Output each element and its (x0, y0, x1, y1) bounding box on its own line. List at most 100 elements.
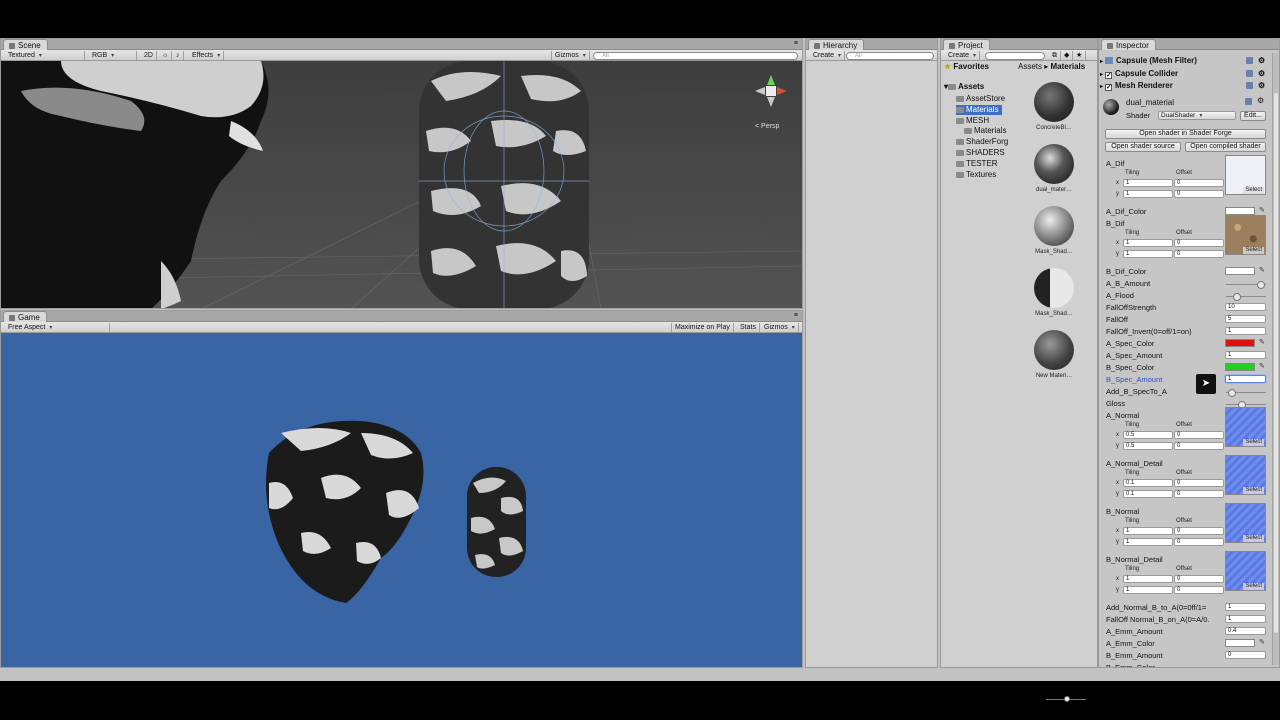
range-slider[interactable] (1226, 389, 1266, 397)
project-folder[interactable]: MESH (956, 116, 989, 126)
texture-select-button[interactable]: Select (1243, 487, 1264, 494)
color-swatch[interactable] (1225, 207, 1255, 215)
material-thumbnail-label[interactable]: New Materi… (1024, 373, 1084, 379)
component-header[interactable]: ▸ ✓ Capsule Collider ⚙ (1100, 68, 1270, 79)
texture-slot[interactable]: Select (1225, 407, 1266, 447)
project-folder[interactable]: TESTER (956, 159, 998, 169)
offset-x-field[interactable]: 0 (1174, 479, 1224, 487)
range-slider[interactable] (1226, 293, 1266, 301)
project-folder[interactable]: Materials (964, 126, 1006, 136)
color-swatch[interactable] (1225, 267, 1255, 275)
material-thumbnail[interactable] (1034, 82, 1074, 122)
texture-select-button[interactable]: Select (1243, 583, 1264, 590)
texture-slot[interactable]: Select (1225, 215, 1266, 255)
tiling-y-field[interactable]: 1 (1123, 538, 1173, 546)
tiling-x-field[interactable]: 0.1 (1123, 479, 1173, 487)
texture-select-button[interactable]: Select (1243, 535, 1264, 542)
tiling-y-field[interactable]: 1 (1123, 190, 1173, 198)
range-slider[interactable] (1226, 281, 1266, 289)
inspector-scrollbar[interactable] (1272, 53, 1279, 665)
breadcrumb-leaf[interactable]: Materials (1051, 62, 1086, 71)
panel-menu-icon[interactable]: ≡ (794, 40, 798, 47)
project-folder[interactable]: Textures (956, 170, 996, 180)
offset-x-field[interactable]: 0 (1174, 431, 1224, 439)
orientation-gizmo[interactable] (753, 73, 789, 109)
edit-shader-button[interactable]: Edit... (1240, 111, 1266, 121)
game-viewport[interactable] (1, 333, 802, 667)
texture-slot[interactable]: Select (1225, 503, 1266, 543)
offset-x-field[interactable]: 0 (1174, 527, 1224, 535)
offset-y-field[interactable]: 0 (1174, 190, 1224, 198)
float-field[interactable]: 1 (1225, 603, 1266, 611)
scene-viewport[interactable]: < Persp (1, 61, 802, 308)
eyedropper-icon[interactable]: ✎ (1259, 363, 1266, 371)
help-icon[interactable] (1246, 69, 1253, 77)
tab-inspector[interactable]: Inspector (1101, 39, 1156, 50)
filter-type-icon[interactable]: ⧉ (1049, 51, 1061, 60)
open-shader-forge-button[interactable]: Open shader in Shader Forge (1105, 129, 1266, 139)
color-swatch[interactable] (1225, 339, 1255, 347)
tab-game[interactable]: Game (3, 311, 47, 322)
color-swatch[interactable] (1225, 639, 1255, 647)
texture-select-button[interactable]: Select (1243, 187, 1264, 194)
material-thumbnail[interactable] (1034, 144, 1074, 184)
texture-select-button[interactable]: Select (1243, 247, 1264, 254)
settings-gear-icon[interactable]: ⚙ (1258, 55, 1265, 66)
texture-slot[interactable]: Select (1225, 455, 1266, 495)
help-icon[interactable] (1245, 98, 1252, 105)
offset-y-field[interactable]: 0 (1174, 250, 1224, 258)
persp-label[interactable]: < Persp (755, 123, 779, 130)
scene-gizmos-dropdown[interactable]: Gizmos (551, 51, 590, 60)
tiling-x-field[interactable]: 0.5 (1123, 431, 1173, 439)
project-folder[interactable]: ShaderForg (956, 137, 1008, 147)
favorite-star-icon[interactable]: ★ (1073, 51, 1087, 60)
float-field[interactable]: 1 (1225, 351, 1266, 359)
breadcrumb-root[interactable]: Assets (1018, 62, 1042, 71)
offset-x-field[interactable]: 0 (1174, 239, 1224, 247)
float-field[interactable]: 5 (1225, 315, 1266, 323)
component-header[interactable]: ▸ ✓ Mesh Renderer ⚙ (1100, 80, 1270, 91)
float-field[interactable]: 10 (1225, 303, 1266, 311)
panel-menu-icon[interactable]: ≡ (794, 312, 798, 319)
tiling-x-field[interactable]: 1 (1123, 527, 1173, 535)
foldout-arrow-icon[interactable]: ▸ (1100, 72, 1103, 78)
texture-slot[interactable]: Select (1225, 551, 1266, 591)
material-thumbnail[interactable] (1034, 206, 1074, 246)
help-icon[interactable] (1246, 57, 1253, 64)
tiling-y-field[interactable]: 0.5 (1123, 442, 1173, 450)
offset-y-field[interactable]: 0 (1174, 442, 1224, 450)
project-folder[interactable]: AssetStore (956, 94, 1005, 104)
scene-search-input[interactable]: All (593, 52, 798, 60)
offset-x-field[interactable]: 0 (1174, 179, 1224, 187)
texture-slot[interactable]: Select (1225, 155, 1266, 195)
color-mode-dropdown[interactable]: RGB (89, 51, 137, 60)
foldout-arrow-icon[interactable]: ▸ (1100, 84, 1103, 90)
component-enabled-checkbox[interactable]: ✓ (1105, 84, 1113, 91)
tiling-y-field[interactable]: 1 (1123, 586, 1173, 594)
float-field[interactable]: 0.4 (1225, 627, 1266, 635)
settings-gear-icon[interactable]: ⚙ (1257, 96, 1264, 105)
maximize-on-play-toggle[interactable]: Maximize on Play (671, 323, 734, 332)
render-mode-dropdown[interactable]: Textured (5, 51, 85, 60)
eyedropper-icon[interactable]: ✎ (1259, 267, 1266, 275)
material-thumbnail-label[interactable]: Mask_Shad… (1024, 311, 1084, 317)
float-field[interactable]: 1 (1225, 327, 1266, 335)
audio-toggle-icon[interactable]: ♪ (173, 51, 184, 60)
game-gizmos-dropdown[interactable]: Gizmos (761, 323, 799, 332)
eyedropper-icon[interactable]: ✎ (1259, 639, 1266, 647)
offset-y-field[interactable]: 0 (1174, 586, 1224, 594)
foldout-arrow-icon[interactable]: ▸ (1100, 59, 1103, 65)
tiling-x-field[interactable]: 1 (1123, 179, 1173, 187)
settings-gear-icon[interactable]: ⚙ (1258, 80, 1265, 91)
project-folder[interactable]: Materials (956, 104, 1003, 115)
component-header[interactable]: ▸ Capsule (Mesh Filter) ⚙ (1100, 55, 1270, 66)
hierarchy-create-dropdown[interactable]: Create (810, 51, 846, 60)
material-thumbnail-label[interactable]: dual_mater… (1024, 187, 1084, 193)
light-toggle-icon[interactable]: ☼ (159, 51, 173, 60)
thumbnail-size-slider[interactable] (1046, 696, 1086, 702)
scrollbar-thumb[interactable] (1274, 93, 1278, 633)
tab-scene[interactable]: Scene (3, 39, 48, 50)
eyedropper-icon[interactable]: ✎ (1259, 207, 1266, 215)
filter-label-icon[interactable]: ◆ (1061, 51, 1074, 60)
component-enabled-checkbox[interactable]: ✓ (1105, 71, 1113, 79)
